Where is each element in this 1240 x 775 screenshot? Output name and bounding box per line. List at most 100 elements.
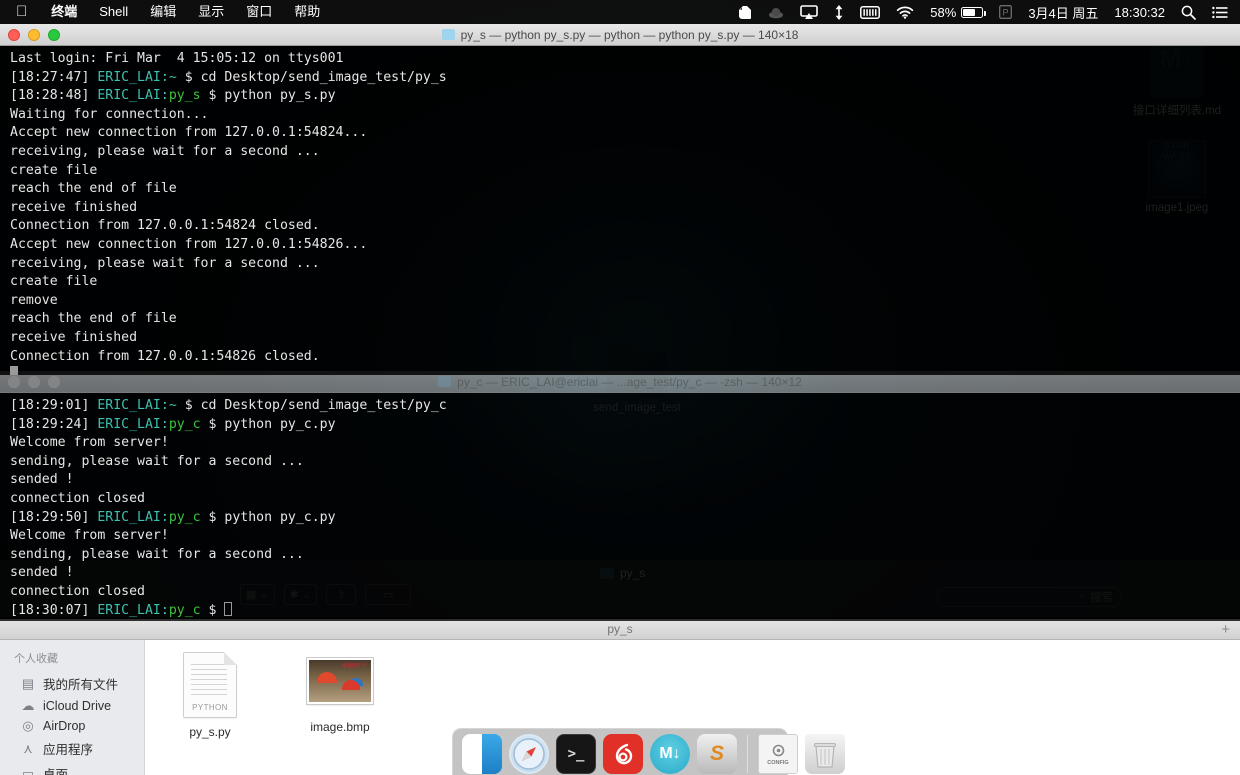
- sidebar-item-applications[interactable]: ⋏ 应用程序: [0, 736, 144, 761]
- prompt-timestamp: [18:27:47]: [10, 69, 98, 85]
- prompt-user: ERIC_LAI: [97, 398, 161, 413]
- dock-item-terminal[interactable]: >_: [556, 734, 596, 774]
- dropbox-icon[interactable]: [760, 0, 792, 24]
- battery-status[interactable]: 58%: [922, 0, 991, 24]
- terminal-line: Welcome from server!: [10, 435, 169, 451]
- close-button[interactable]: [8, 29, 20, 41]
- terminal-line: connection closed: [10, 490, 145, 506]
- safari-compass-icon: [513, 738, 545, 770]
- terminal-line: receive finished: [10, 199, 138, 215]
- wifi-icon[interactable]: [888, 0, 922, 24]
- terminal-window-py-c[interactable]: py_c — ERIC_LAI@ericlai — ...age_test/py…: [0, 371, 1240, 621]
- sidebar-item-label: 桌面: [43, 768, 69, 775]
- dock-item-netease-music[interactable]: [603, 734, 643, 774]
- terminal-line: receiving, please wait for a second ...: [10, 143, 320, 159]
- sidebar-item-airdrop[interactable]: ◎ AirDrop: [0, 716, 144, 736]
- sidebar-item-label: iCloud Drive: [43, 699, 112, 713]
- menubar-date: 3月4日 周五: [1028, 5, 1099, 21]
- prompt-timestamp: [18:30:07]: [10, 602, 98, 618]
- file-item-py[interactable]: PYTHON py_s.py: [158, 652, 262, 739]
- prompt-user: ERIC_LAI: [97, 416, 161, 432]
- dock-item-trash[interactable]: [805, 734, 845, 774]
- minimize-button[interactable]: [28, 376, 40, 388]
- menu-item-help[interactable]: 帮助: [283, 0, 331, 24]
- terminal-line: reach the end of file: [10, 181, 177, 197]
- sidebar-item-icloud-drive[interactable]: ☁ iCloud Drive: [0, 696, 144, 716]
- menu-item-view[interactable]: 显示: [187, 0, 235, 24]
- config-label: CONFIG: [767, 760, 789, 766]
- menu-item-edit[interactable]: 编辑: [139, 0, 187, 24]
- terminal-output-py-s[interactable]: Last login: Fri Mar 4 15:05:12 on ttys00…: [0, 46, 1240, 375]
- terminal-line: [18:29:01] ERIC_LAI:~ $ cd Desktop/send_…: [10, 397, 1240, 416]
- dock-item-config-file[interactable]: CONFIG: [758, 734, 798, 774]
- terminal-line: Welcome from server!: [10, 528, 169, 544]
- terminal-titlebar-front[interactable]: py_s — python py_s.py — python — python …: [0, 24, 1240, 46]
- notification-list-icon[interactable]: [1204, 0, 1240, 24]
- dock-item-safari[interactable]: [509, 734, 549, 774]
- dock-item-finder[interactable]: [462, 734, 502, 774]
- file-name-label: py_s.py: [189, 725, 231, 739]
- prompt-directory: ~: [168, 398, 177, 413]
- terminal-line: remove: [10, 292, 58, 308]
- sidebar-item-all-files[interactable]: ▤ 我的所有文件: [0, 671, 144, 696]
- search-icon[interactable]: [1173, 0, 1204, 24]
- terminal-title-back: py_c — ERIC_LAI@ericlai — ...age_test/py…: [457, 374, 802, 389]
- zoom-button[interactable]: [48, 29, 60, 41]
- terminal-line: Connection from 127.0.0.1:54826 closed.: [10, 348, 320, 364]
- battery-icon: [961, 6, 987, 18]
- dock[interactable]: >_ M↓ S CONFIG: [452, 728, 845, 775]
- terminal-line: [18:28:48] ERIC_LAI:py_s $ python py_s.p…: [10, 87, 1240, 106]
- new-tab-button[interactable]: +: [1221, 621, 1230, 639]
- python-file-icon: PYTHON: [183, 652, 237, 718]
- prompt-command: $ python py_c.py: [200, 416, 336, 432]
- terminal-line: Accept new connection from 127.0.0.1:548…: [10, 236, 368, 252]
- terminal-line: Connection from 127.0.0.1:54824 closed.: [10, 218, 320, 234]
- terminal-cursor: [10, 366, 18, 375]
- arrows-updown-icon[interactable]: [826, 0, 852, 24]
- terminal-line: [10, 366, 1240, 375]
- trash-icon: [814, 743, 836, 768]
- terminal-line: [18:29:50] ERIC_LAI:py_c $ python py_c.p…: [10, 509, 1240, 528]
- window-controls-front[interactable]: [8, 24, 60, 46]
- file-item-bmp[interactable]: 幸福雨中行 image.bmp: [288, 652, 392, 734]
- menu-item-shell[interactable]: Shell: [88, 0, 139, 24]
- battery-percent-label: 58%: [930, 4, 957, 20]
- apple-logo-icon[interactable]: : [0, 0, 40, 24]
- prompt-separator: :: [160, 509, 169, 525]
- battery-bar-icon[interactable]: [852, 0, 888, 24]
- all-files-icon: ▤: [21, 675, 35, 691]
- minimize-button[interactable]: [28, 29, 40, 41]
- prompt-user: ERIC_LAI: [97, 88, 161, 104]
- finder-titlebar[interactable]: py_s +: [0, 618, 1240, 640]
- airplay-icon[interactable]: [792, 0, 826, 24]
- prompt-directory: ~: [168, 69, 177, 85]
- zoom-button[interactable]: [48, 376, 60, 388]
- prompt-command: $ cd Desktop/send_image_test/py_c: [176, 398, 447, 413]
- parallels-icon[interactable]: P: [991, 0, 1020, 24]
- terminal-line: sended !: [10, 472, 74, 488]
- dock-item-macdown[interactable]: M↓: [650, 734, 690, 774]
- prompt-command: $ python py_s.py: [200, 88, 336, 104]
- menubar[interactable]:  终端 Shell 编辑 显示 窗口 帮助 58% P 3月4日 周五 18:…: [0, 0, 1240, 24]
- sidebar-item-label: 应用程序: [43, 743, 94, 757]
- menu-item-terminal[interactable]: 终端: [40, 0, 88, 24]
- menu-item-window[interactable]: 窗口: [235, 0, 283, 24]
- terminal-line: Waiting for connection...: [10, 106, 209, 122]
- prompt-directory: py_c: [168, 509, 201, 525]
- airdrop-icon: ◎: [22, 718, 34, 733]
- evernote-icon[interactable]: [730, 0, 760, 24]
- sidebar-item-desktop[interactable]: ▭ 桌面: [0, 761, 144, 775]
- terminal-line: sending, please wait for a second ...: [10, 546, 304, 562]
- prompt-directory: py_s: [168, 88, 201, 104]
- terminal-window-py-s[interactable]: py_s — python py_s.py — python — python …: [0, 24, 1240, 375]
- dock-item-sublime-text[interactable]: S: [697, 734, 737, 774]
- terminal-line: reach the end of file: [10, 311, 177, 327]
- close-button[interactable]: [8, 376, 20, 388]
- prompt-separator: :: [160, 602, 169, 618]
- terminal-output-py-c[interactable]: [18:29:01] ERIC_LAI:~ $ cd Desktop/send_…: [0, 393, 1240, 621]
- sidebar-item-label: 我的所有文件: [43, 678, 119, 692]
- netease-music-icon: [615, 743, 633, 765]
- terminal-line: receiving, please wait for a second ...: [10, 255, 320, 271]
- prompt-timestamp: [18:29:24]: [10, 416, 98, 432]
- prompt-user: ERIC_LAI: [97, 69, 161, 85]
